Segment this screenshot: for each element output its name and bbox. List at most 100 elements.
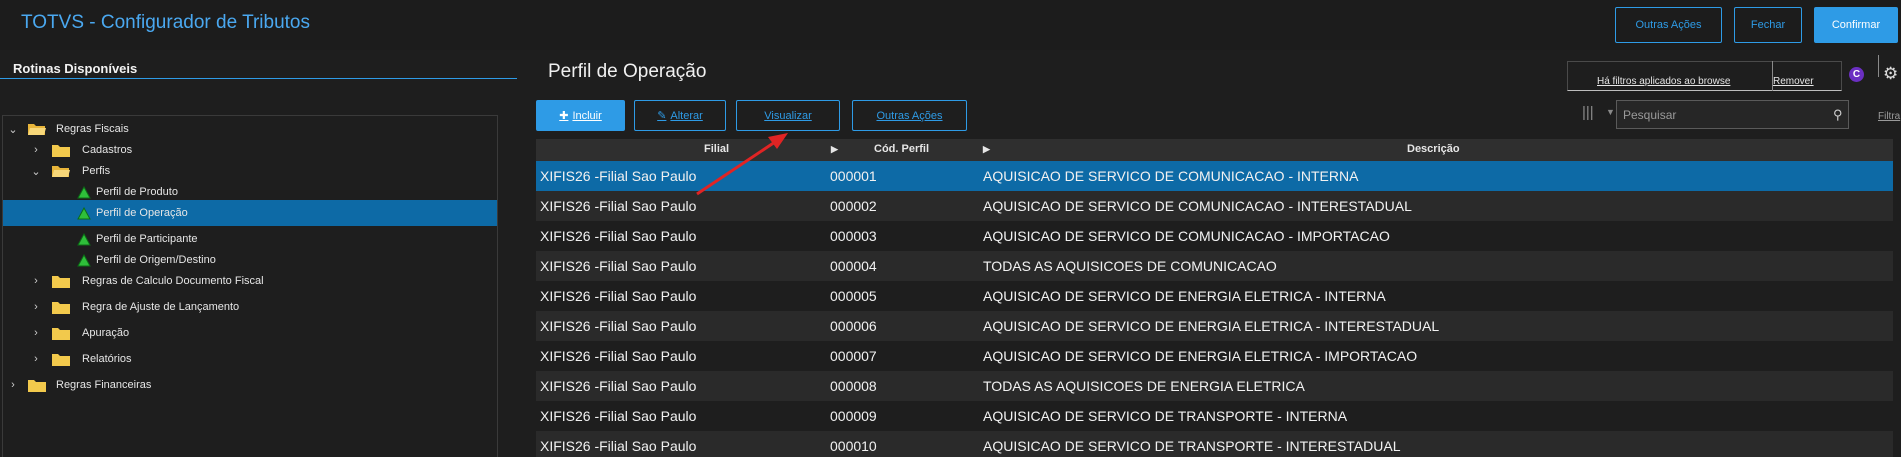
green-triangle-icon xyxy=(77,185,91,198)
cell-descricao: AQUISICAO DE SERVICO DE TRANSPORTE - INT… xyxy=(983,438,1401,454)
table-row[interactable]: XIFIS26 -Filial Sao Paulo 000002 AQUISICAO… xyxy=(536,191,1893,221)
tree-item-regras-financeiras[interactable]: › Regras Financeiras xyxy=(3,372,497,398)
cell-filial: XIFIS26 -Filial Sao Paulo xyxy=(540,318,697,334)
alterar-button[interactable]: ✎ Alterar xyxy=(634,100,726,131)
cell-cod-perfil: 000003 xyxy=(830,228,877,244)
chevron-right-icon[interactable]: › xyxy=(29,300,43,314)
confirmar-button[interactable]: Confirmar xyxy=(1814,7,1898,43)
cell-cod-perfil: 000005 xyxy=(830,288,877,304)
cell-filial: XIFIS26 -Filial Sao Paulo xyxy=(540,198,697,214)
folder-icon xyxy=(52,144,70,157)
cell-descricao: AQUISICAO DE SERVICO DE TRANSPORTE - INT… xyxy=(983,408,1348,424)
folder-icon xyxy=(52,301,70,314)
tree-item-regra-de-ajuste[interactable]: › Regra de Ajuste de Lançamento xyxy=(3,294,497,320)
column-header-cod-perfil[interactable]: Cód. Perfil xyxy=(874,143,929,155)
table-row[interactable]: XIFIS26 -Filial Sao Paulo 000010 AQUISICAO… xyxy=(536,431,1893,457)
table-row[interactable]: XIFIS26 -Filial Sao Paulo 000009 AQUISICAO… xyxy=(536,401,1893,431)
cell-filial: XIFIS26 -Filial Sao Paulo xyxy=(540,288,697,304)
sort-arrow-icon[interactable]: ▶ xyxy=(983,144,990,155)
table-row[interactable]: XIFIS26 -Filial Sao Paulo 000005 AQUISICAO… xyxy=(536,281,1893,311)
green-triangle-icon xyxy=(77,253,91,266)
table-row[interactable]: XIFIS26 -Filial Sao Paulo 000001 AQUISICAO… xyxy=(536,161,1893,191)
table-row[interactable]: XIFIS26 -Filial Sao Paulo 000006 AQUISICAO… xyxy=(536,311,1893,341)
app-window: TOTVS - Configurador de Tributos Outras … xyxy=(0,0,1901,457)
cell-filial: XIFIS26 -Filial Sao Paulo xyxy=(540,408,697,424)
chevron-right-icon[interactable]: › xyxy=(29,352,43,366)
tree-item-label: Apuração xyxy=(82,327,130,339)
folder-open-icon xyxy=(52,165,70,177)
cell-filial: XIFIS26 -Filial Sao Paulo xyxy=(540,258,697,274)
cell-descricao: AQUISICAO DE SERVICO DE ENERGIA ELETRICA… xyxy=(983,348,1418,364)
search-box xyxy=(1616,100,1849,129)
cell-filial: XIFIS26 -Filial Sao Paulo xyxy=(540,228,697,244)
pencil-icon: ✎ xyxy=(657,110,667,122)
grid-header: Filial ▶ Cód. Perfil ▶ Descrição xyxy=(536,139,1893,161)
rotinas-tree: ⌄ Regras Fiscais › Cadastros ⌄ Perfis Pe… xyxy=(2,115,498,457)
filter-notice-link[interactable]: Há filtros aplicados ao browse xyxy=(1597,76,1730,87)
c-badge-icon[interactable]: C xyxy=(1849,67,1864,82)
tree-item-label: Relatórios xyxy=(82,353,132,365)
folder-open-icon xyxy=(28,123,46,135)
outras-acoes-toolbar-button[interactable]: Outras Ações xyxy=(852,100,967,131)
filtrar-link[interactable]: Filtra xyxy=(1878,111,1900,122)
sort-arrow-icon[interactable]: ▶ xyxy=(831,144,838,155)
tree-item-label: Perfil de Participante xyxy=(96,233,198,245)
outras-acoes-button[interactable]: Outras Ações xyxy=(1615,7,1722,43)
page-title: Perfil de Operação xyxy=(548,61,707,82)
chevron-right-icon[interactable]: › xyxy=(29,274,43,288)
cell-cod-perfil: 000007 xyxy=(830,348,877,364)
cell-descricao: TODAS AS AQUISICOES DE COMUNICACAO xyxy=(983,258,1277,274)
tree-item-label: Regras de Calculo Documento Fiscal xyxy=(82,275,264,287)
chevron-right-icon[interactable]: › xyxy=(6,378,20,392)
incluir-button[interactable]: ✚ Incluir xyxy=(536,100,625,131)
cell-descricao: AQUISICAO DE SERVICO DE COMUNICACAO - IN… xyxy=(983,168,1359,184)
tree-item-relatorios[interactable]: › Relatórios xyxy=(3,346,497,372)
tree-item-regras-de-calculo[interactable]: › Regras de Calculo Documento Fiscal xyxy=(3,268,497,294)
remove-filter-link[interactable]: Remover xyxy=(1773,76,1814,87)
column-header-descricao[interactable]: Descrição xyxy=(1407,143,1460,155)
cell-cod-perfil: 000001 xyxy=(830,168,877,184)
tree-item-label: Perfil de Produto xyxy=(96,186,178,198)
cell-filial: XIFIS26 -Filial Sao Paulo xyxy=(540,438,697,454)
incluir-label: Incluir xyxy=(572,109,602,122)
app-title: TOTVS - Configurador de Tributos xyxy=(21,12,310,33)
folder-icon xyxy=(52,327,70,340)
cell-cod-perfil: 000004 xyxy=(830,258,877,274)
table-row[interactable]: XIFIS26 -Filial Sao Paulo 000007 AQUISICAO… xyxy=(536,341,1893,371)
fechar-button[interactable]: Fechar xyxy=(1734,7,1802,43)
column-header-filial[interactable]: Filial xyxy=(704,143,729,155)
chevron-down-icon[interactable]: ⌄ xyxy=(6,122,20,136)
tree-item-perfil-de-operacao[interactable]: Perfil de Operação xyxy=(3,200,497,226)
green-triangle-icon xyxy=(77,206,91,219)
folder-icon xyxy=(52,353,70,366)
tree-item-label: Perfil de Operação xyxy=(96,207,188,219)
tree-item-label: Perfis xyxy=(82,165,111,177)
chevron-right-icon[interactable]: › xyxy=(29,143,43,157)
caret-down-icon[interactable]: ▼ xyxy=(1606,107,1615,117)
folder-icon xyxy=(52,275,70,288)
cell-descricao: AQUISICAO DE SERVICO DE ENERGIA ELETRICA… xyxy=(983,318,1440,334)
cell-descricao: TODAS AS AQUISICOES DE ENERGIA ELETRICA xyxy=(983,378,1305,394)
plus-icon: ✚ xyxy=(559,110,569,122)
search-input[interactable] xyxy=(1617,101,1817,128)
gear-icon[interactable]: ⚙ xyxy=(1883,64,1898,84)
rotinas-disponiveis-title: Rotinas Disponíveis xyxy=(13,61,138,76)
chevron-down-icon[interactable]: ⌄ xyxy=(29,164,43,178)
visualizar-button[interactable]: Visualizar xyxy=(736,100,840,131)
tree-item-label: Cadastros xyxy=(82,144,133,156)
tree-item-label: Regras Financeiras xyxy=(56,379,152,391)
toolbar-divider xyxy=(1878,55,1879,77)
folder-icon xyxy=(28,379,46,392)
alterar-label: Alterar xyxy=(670,109,703,122)
table-row[interactable]: XIFIS26 -Filial Sao Paulo 000004 TODAS AS … xyxy=(536,251,1893,281)
cell-cod-perfil: 000002 xyxy=(830,198,877,214)
tree-item-label: Perfil de Origem/Destino xyxy=(96,254,216,266)
table-row[interactable]: XIFIS26 -Filial Sao Paulo 000008 TODAS AS … xyxy=(536,371,1893,401)
tree-item-apuracao[interactable]: › Apuração xyxy=(3,320,497,346)
table-row[interactable]: XIFIS26 -Filial Sao Paulo 000003 AQUISICAO… xyxy=(536,221,1893,251)
search-icon[interactable]: ⚲ xyxy=(1833,107,1843,123)
cell-filial: XIFIS26 -Filial Sao Paulo xyxy=(540,378,697,394)
chevron-right-icon[interactable]: › xyxy=(29,326,43,340)
columns-icon[interactable]: ||| xyxy=(1582,104,1594,121)
cell-cod-perfil: 000008 xyxy=(830,378,877,394)
